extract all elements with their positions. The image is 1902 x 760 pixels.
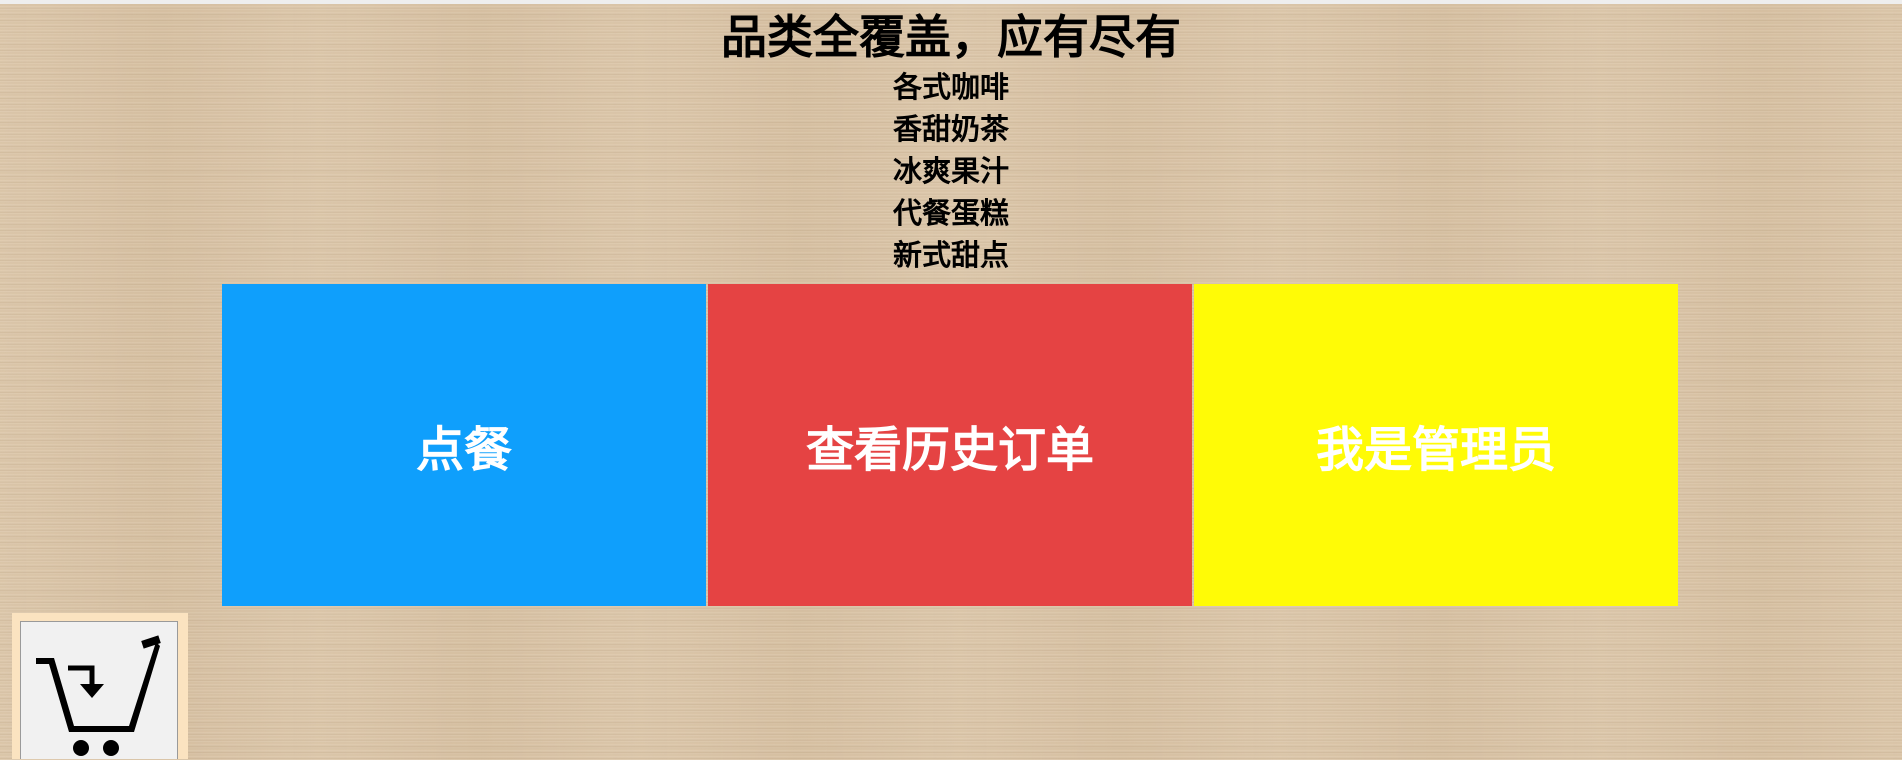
page-title: 品类全覆盖，应有尽有: [721, 10, 1181, 64]
cart-panel: [12, 613, 188, 759]
category-item-milk-tea: 香甜奶茶: [892, 112, 1009, 146]
category-item-dessert: 新式甜点: [892, 238, 1009, 272]
cart-button[interactable]: [20, 621, 178, 759]
order-button-label: 点餐: [415, 422, 512, 478]
admin-button-label: 我是管理员: [1315, 422, 1556, 478]
category-list: 各式咖啡 香甜奶茶 冰爽果汁 代餐蛋糕 新式甜点: [0, 66, 1902, 276]
shopping-cart-icon: [36, 635, 161, 756]
order-history-button-label: 查看历史订单: [805, 422, 1094, 478]
category-item-coffee: 各式咖啡: [892, 70, 1009, 104]
order-button[interactable]: 点餐: [222, 284, 706, 606]
order-history-button[interactable]: 查看历史订单: [708, 284, 1192, 606]
category-item-cake: 代餐蛋糕: [892, 196, 1009, 230]
category-item-juice: 冰爽果汁: [892, 154, 1009, 188]
window-top-border: [0, 0, 1902, 4]
admin-button[interactable]: 我是管理员: [1194, 284, 1678, 606]
